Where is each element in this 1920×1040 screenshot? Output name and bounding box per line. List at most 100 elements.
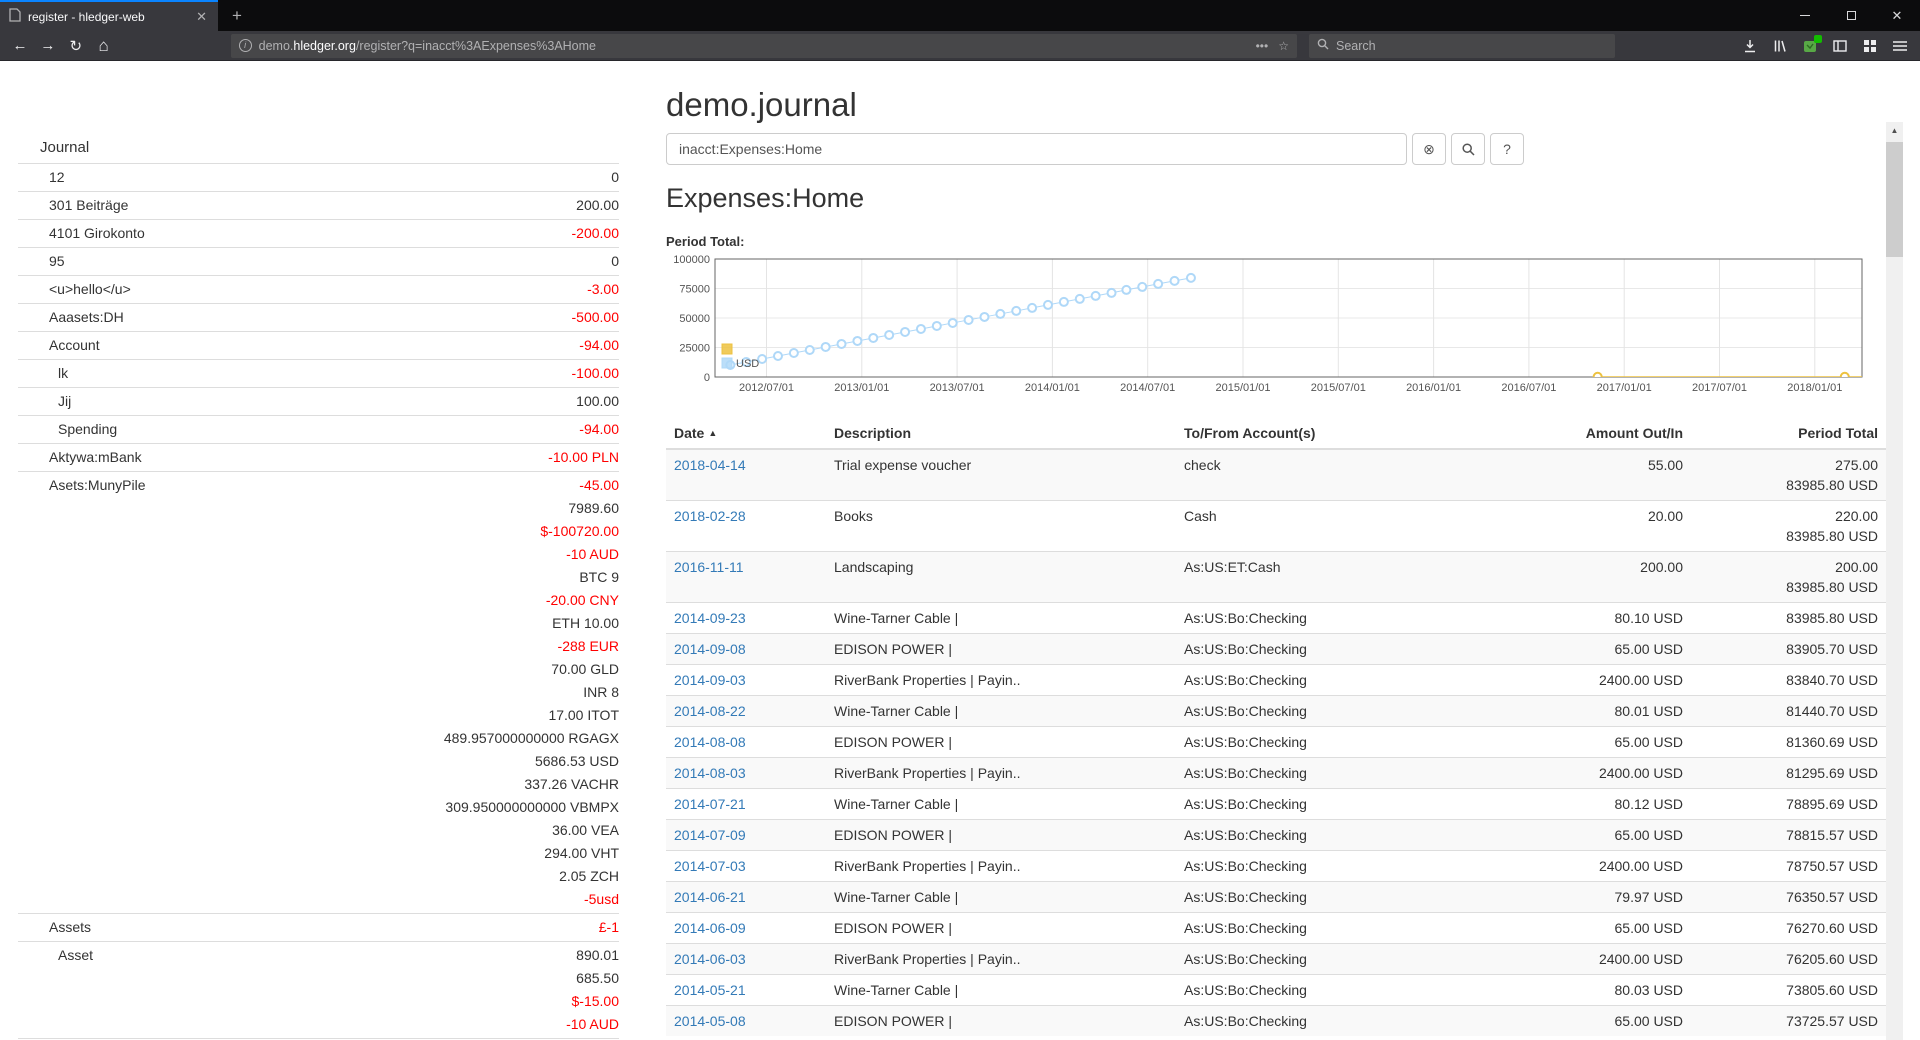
- sidebar-account-link[interactable]: Aktywa:mBank: [18, 446, 142, 469]
- sidebar-account-link[interactable]: 4101 Girokonto: [18, 222, 145, 245]
- transaction-amount: 2400.00 USD: [1506, 851, 1691, 882]
- window-close-button[interactable]: ✕: [1874, 0, 1920, 31]
- column-header-account[interactable]: To/From Account(s): [1176, 418, 1506, 449]
- window-restore-button[interactable]: [1828, 0, 1874, 31]
- transaction-date-link[interactable]: 2014-08-03: [674, 765, 746, 781]
- sidebar-toggle-button[interactable]: [1827, 34, 1853, 58]
- transaction-date-link[interactable]: 2014-05-21: [674, 982, 746, 998]
- transaction-date-link[interactable]: 2014-06-09: [674, 920, 746, 936]
- transaction-amount: 2400.00 USD: [1506, 665, 1691, 696]
- sidebar-account-link[interactable]: 95: [18, 250, 65, 273]
- tab-close-icon[interactable]: ✕: [194, 9, 209, 25]
- transaction-date-link[interactable]: 2014-06-03: [674, 951, 746, 967]
- period-total-cell: 275.0083985.80 USD: [1691, 449, 1886, 501]
- page-actions-icon[interactable]: •••: [1256, 39, 1269, 53]
- transaction-date-link[interactable]: 2014-06-21: [674, 889, 746, 905]
- home-button[interactable]: ⌂: [91, 34, 117, 58]
- transaction-date-link[interactable]: 2014-07-03: [674, 858, 746, 874]
- clear-query-button[interactable]: ⊗: [1412, 133, 1446, 165]
- sidebar-account-link[interactable]: <u>hello</u>: [18, 278, 131, 301]
- transaction-date-link[interactable]: 2014-08-22: [674, 703, 746, 719]
- window-minimize-button[interactable]: [1782, 0, 1828, 31]
- browser-search-bar[interactable]: Search: [1309, 34, 1615, 58]
- account-balance: 685.50: [566, 967, 619, 990]
- sidebar-account-link[interactable]: Assets: [18, 916, 91, 939]
- minimize-icon: [1800, 15, 1810, 16]
- account-balance: 890.01: [566, 944, 619, 967]
- account-balance: -100.00: [572, 362, 619, 385]
- transaction-amount: 80.10 USD: [1506, 603, 1691, 634]
- transaction-date-link[interactable]: 2014-09-23: [674, 610, 746, 626]
- transaction-date-link[interactable]: 2018-02-28: [674, 508, 746, 524]
- table-header-row: Date▲ Description To/From Account(s) Amo…: [666, 418, 1886, 449]
- active-tab[interactable]: register - hledger-web ✕: [0, 0, 218, 31]
- sidebar-account-row: Asets:MunyPile-45.007989.60$-100720.00-1…: [18, 471, 619, 913]
- svg-text:2015/01/01: 2015/01/01: [1215, 382, 1270, 394]
- period-total-cell: 76205.60 USD: [1691, 944, 1886, 975]
- sidebar-account-link[interactable]: Spending: [18, 418, 117, 441]
- reload-button[interactable]: ↻: [63, 34, 89, 58]
- sidebar-account-row: Assets£-1: [18, 913, 619, 941]
- column-header-description[interactable]: Description: [826, 418, 1176, 449]
- menu-button[interactable]: [1887, 34, 1913, 58]
- transaction-date-link[interactable]: 2014-09-03: [674, 672, 746, 688]
- query-input[interactable]: [666, 133, 1407, 165]
- transaction-date-link[interactable]: 2014-09-08: [674, 641, 746, 657]
- forward-button[interactable]: →: [35, 34, 61, 58]
- scroll-up-icon[interactable]: ▲: [1886, 122, 1903, 139]
- sidebar-account-link[interactable]: Asset: [18, 944, 93, 967]
- transaction-amount: 79.97 USD: [1506, 882, 1691, 913]
- sidebar-account-link[interactable]: 12: [18, 166, 65, 189]
- column-header-total[interactable]: Period Total: [1691, 418, 1886, 449]
- downloads-button[interactable]: [1737, 34, 1763, 58]
- search-form: ⊗ ?: [666, 133, 1886, 165]
- help-button[interactable]: ?: [1490, 133, 1524, 165]
- back-button[interactable]: ←: [7, 34, 33, 58]
- sidebar-account-link[interactable]: Account: [18, 334, 100, 357]
- transaction-account: As:US:Bo:Checking: [1176, 913, 1506, 944]
- transaction-description: EDISON POWER |: [826, 1006, 1176, 1037]
- table-row: 2014-08-22Wine-Tarner Cable |As:US:Bo:Ch…: [666, 696, 1886, 727]
- period-total-cell: 73805.60 USD: [1691, 975, 1886, 1006]
- transaction-date-link[interactable]: 2014-05-08: [674, 1013, 746, 1029]
- period-total-cell: 83985.80 USD: [1691, 603, 1886, 634]
- account-balances: 0: [611, 250, 619, 273]
- transaction-description: EDISON POWER |: [826, 727, 1176, 758]
- sidebar-account-link[interactable]: Jij: [18, 390, 71, 413]
- sidebar-account-link[interactable]: Aaasets:DH: [18, 306, 124, 329]
- search-submit-button[interactable]: [1451, 133, 1485, 165]
- sidebar-account-link[interactable]: lk: [18, 362, 68, 385]
- browser-chrome: register - hledger-web ✕ + ✕ ← → ↻ ⌂ i d…: [0, 0, 1920, 61]
- transaction-date-link[interactable]: 2018-04-14: [674, 457, 746, 473]
- transaction-account: As:US:Bo:Checking: [1176, 696, 1506, 727]
- transaction-date-link[interactable]: 2014-07-09: [674, 827, 746, 843]
- transaction-date-link[interactable]: 2016-11-11: [674, 559, 744, 575]
- bookmark-star-icon[interactable]: ☆: [1278, 39, 1289, 53]
- apps-grid-button[interactable]: [1857, 34, 1883, 58]
- sidebar-account-link[interactable]: 301 Beiträge: [18, 194, 128, 217]
- transaction-date-link[interactable]: 2014-08-08: [674, 734, 746, 750]
- svg-text:2013/01/01: 2013/01/01: [834, 382, 889, 394]
- column-header-date[interactable]: Date▲: [666, 418, 826, 449]
- journal-link[interactable]: Journal: [18, 136, 619, 163]
- page-scrollbar[interactable]: ▲ ▼: [1886, 122, 1903, 1040]
- transaction-description: Wine-Tarner Cable |: [826, 882, 1176, 913]
- transaction-description: Landscaping: [826, 552, 1176, 603]
- scrollbar-thumb[interactable]: [1886, 142, 1903, 257]
- library-button[interactable]: [1767, 34, 1793, 58]
- new-tab-button[interactable]: +: [222, 0, 252, 31]
- account-balance: -20.00 CNY: [444, 589, 619, 612]
- chart-title: Period Total:: [666, 234, 1886, 249]
- column-header-amount[interactable]: Amount Out/In: [1506, 418, 1691, 449]
- account-balance: 0: [611, 250, 619, 273]
- extension-icon[interactable]: [1797, 34, 1823, 58]
- url-bar[interactable]: i demo.hledger.org/register?q=inacct%3AE…: [231, 34, 1297, 58]
- transaction-description: Wine-Tarner Cable |: [826, 975, 1176, 1006]
- period-total-cell: 83905.70 USD: [1691, 634, 1886, 665]
- account-balance: 100.00: [576, 390, 619, 413]
- transaction-description: EDISON POWER |: [826, 820, 1176, 851]
- sidebar-account-link[interactable]: Asets:MunyPile: [18, 474, 145, 497]
- site-info-icon[interactable]: i: [239, 39, 252, 52]
- transaction-account: As:US:Bo:Checking: [1176, 758, 1506, 789]
- transaction-date-link[interactable]: 2014-07-21: [674, 796, 746, 812]
